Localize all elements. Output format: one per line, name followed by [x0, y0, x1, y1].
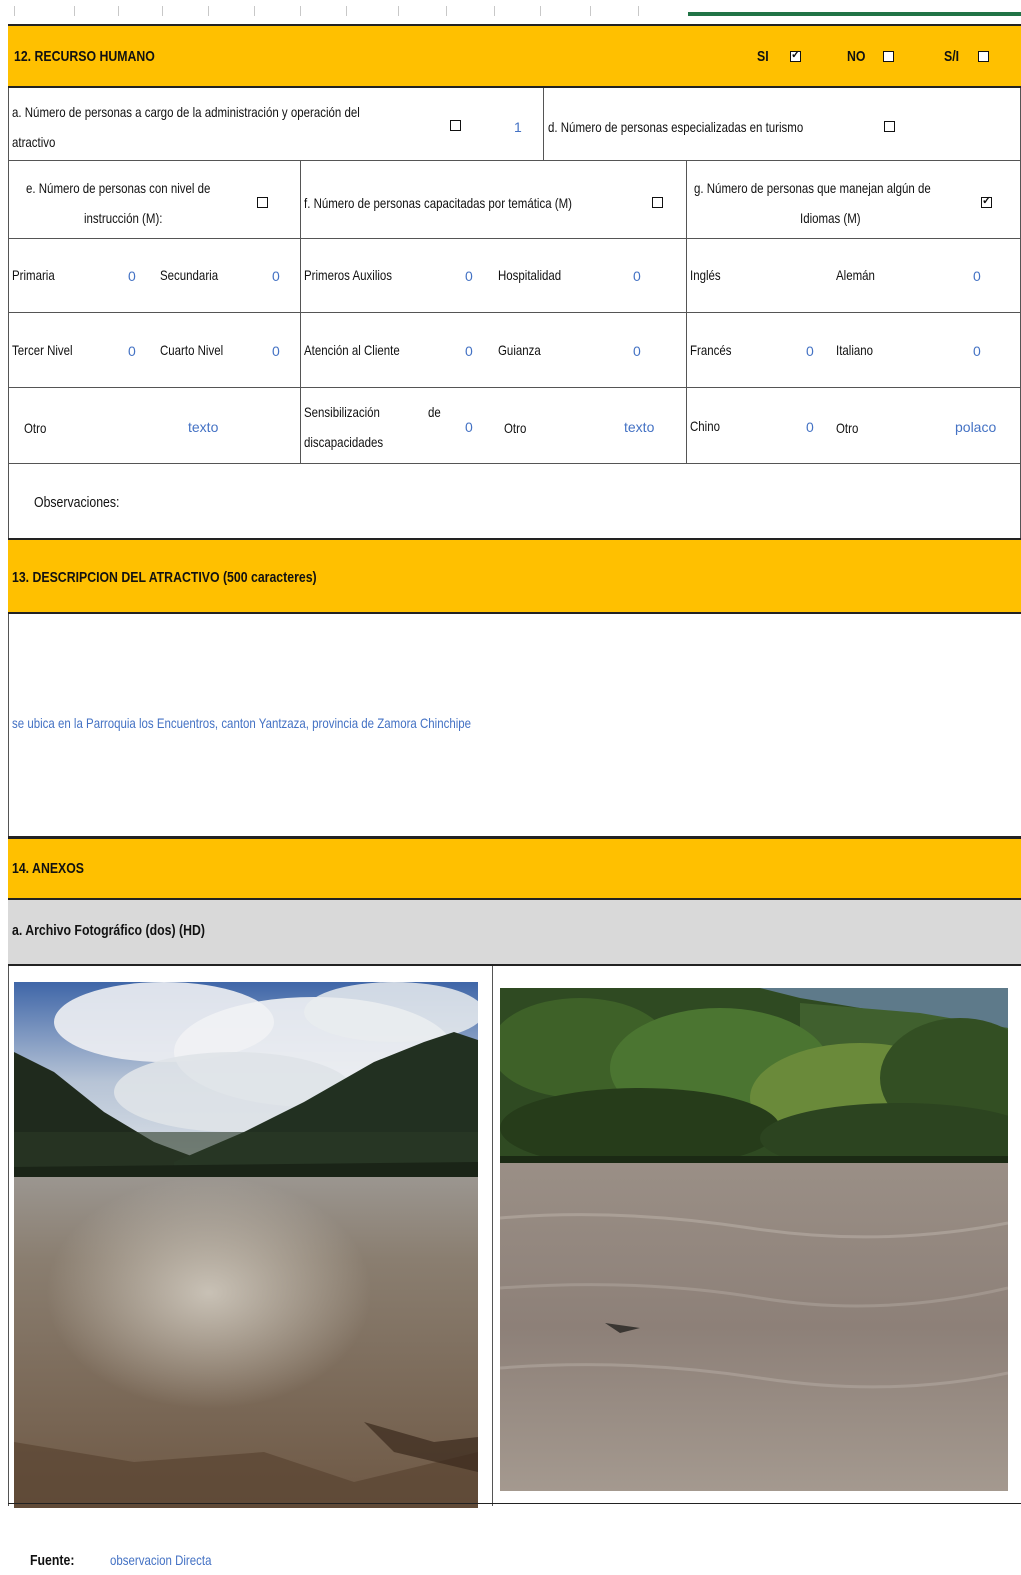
sensibilizacion-value[interactable]: 0	[465, 419, 473, 435]
otro-f-label: Otro	[504, 420, 527, 436]
col-g-label-line2: Idiomas (M)	[800, 210, 861, 226]
guianza-value[interactable]: 0	[633, 343, 641, 359]
section-14-title: 14. ANEXOS	[12, 860, 85, 877]
chino-label: Chino	[690, 418, 721, 434]
otro-g-value[interactable]: polaco	[955, 419, 996, 435]
primaria-value[interactable]: 0	[128, 268, 136, 284]
tercer-nivel-label: Tercer Nivel	[12, 342, 73, 358]
otro-e-value[interactable]: texto	[188, 419, 218, 435]
chino-value[interactable]: 0	[806, 419, 814, 435]
photo-river-valley	[14, 982, 478, 1508]
section-13-title: 13. DESCRIPCION DEL ATRACTIVO (500 carac…	[12, 569, 317, 586]
frances-label: Francés	[690, 342, 732, 358]
primaria-label: Primaria	[12, 267, 55, 283]
section-13-header: 13. DESCRIPCION DEL ATRACTIVO (500 carac…	[8, 538, 1021, 614]
col-f-checkbox[interactable]	[652, 197, 663, 208]
ingles-label: Inglés	[690, 267, 721, 283]
row-a-label-line1: a. Número de personas a cargo de la admi…	[12, 104, 360, 120]
otro-e-label: Otro	[24, 420, 47, 436]
col-g-checkbox[interactable]	[981, 194, 992, 208]
section-14-header: 14. ANEXOS	[8, 836, 1021, 900]
row-a-label-line2: atractivo	[12, 134, 56, 150]
photo-archive-title: a. Archivo Fotográfico (dos) (HD)	[12, 922, 205, 939]
primeros-auxilios-label: Primeros Auxilios	[304, 267, 393, 283]
hospitalidad-value[interactable]: 0	[633, 268, 641, 284]
atencion-cliente-value[interactable]: 0	[465, 343, 473, 359]
cuarto-nivel-label: Cuarto Nivel	[160, 342, 224, 358]
atencion-cliente-label: Atención al Cliente	[304, 342, 400, 358]
si-no-checkbox[interactable]	[978, 51, 989, 62]
cuarto-nivel-value[interactable]: 0	[272, 343, 280, 359]
photo-jungle-river	[500, 988, 1008, 1491]
tercer-nivel-value[interactable]: 0	[128, 343, 136, 359]
observaciones-label: Observaciones:	[34, 494, 120, 511]
col-f-label: f. Número de personas capacitadas por te…	[304, 195, 572, 211]
si-checkbox[interactable]	[790, 48, 801, 62]
source-value[interactable]: observacion Directa	[110, 1552, 211, 1568]
row-d-checkbox[interactable]	[884, 121, 895, 132]
secundaria-label: Secundaria	[160, 267, 219, 283]
row-d-label: d. Número de personas especializadas en …	[548, 119, 804, 135]
no-label: NO	[847, 48, 866, 65]
si-no-label: S/I	[944, 48, 960, 65]
col-g-label-line1: g. Número de personas que manejan algún …	[694, 180, 931, 196]
sensibilizacion-label-line1: Sensibilización	[304, 404, 380, 420]
frances-value[interactable]: 0	[806, 343, 814, 359]
photo-archive-subheader: a. Archivo Fotográfico (dos) (HD)	[8, 900, 1021, 966]
section-12-header: 12. RECURSO HUMANO SI NO S/I	[8, 24, 1021, 88]
row-a-checkbox[interactable]	[450, 120, 461, 131]
col-e-checkbox[interactable]	[257, 197, 268, 208]
aleman-value[interactable]: 0	[973, 268, 981, 284]
section-12-title: 12. RECURSO HUMANO	[14, 48, 155, 65]
otro-f-value[interactable]: texto	[624, 419, 654, 435]
secundaria-value[interactable]: 0	[272, 268, 280, 284]
otro-g-label: Otro	[836, 420, 859, 436]
col-e-label-line2: instrucción (M):	[84, 210, 163, 226]
row-a-value[interactable]: 1	[514, 119, 522, 135]
italiano-label: Italiano	[836, 342, 874, 358]
guianza-label: Guianza	[498, 342, 541, 358]
selected-column-indicator	[688, 12, 1021, 16]
si-label: SI	[757, 48, 769, 65]
hospitalidad-label: Hospitalidad	[498, 267, 562, 283]
italiano-value[interactable]: 0	[973, 343, 981, 359]
sensibilizacion-label-line2: discapacidades	[304, 434, 384, 450]
source-label: Fuente:	[30, 1552, 75, 1569]
no-checkbox[interactable]	[883, 51, 894, 62]
description-text[interactable]: se ubica en la Parroquia los Encuentros,…	[12, 715, 471, 731]
primeros-auxilios-value[interactable]: 0	[465, 268, 473, 284]
aleman-label: Alemán	[836, 267, 875, 283]
col-e-label-line1: e. Número de personas con nivel de	[26, 180, 211, 196]
sensibilizacion-label-de: de	[428, 404, 441, 420]
